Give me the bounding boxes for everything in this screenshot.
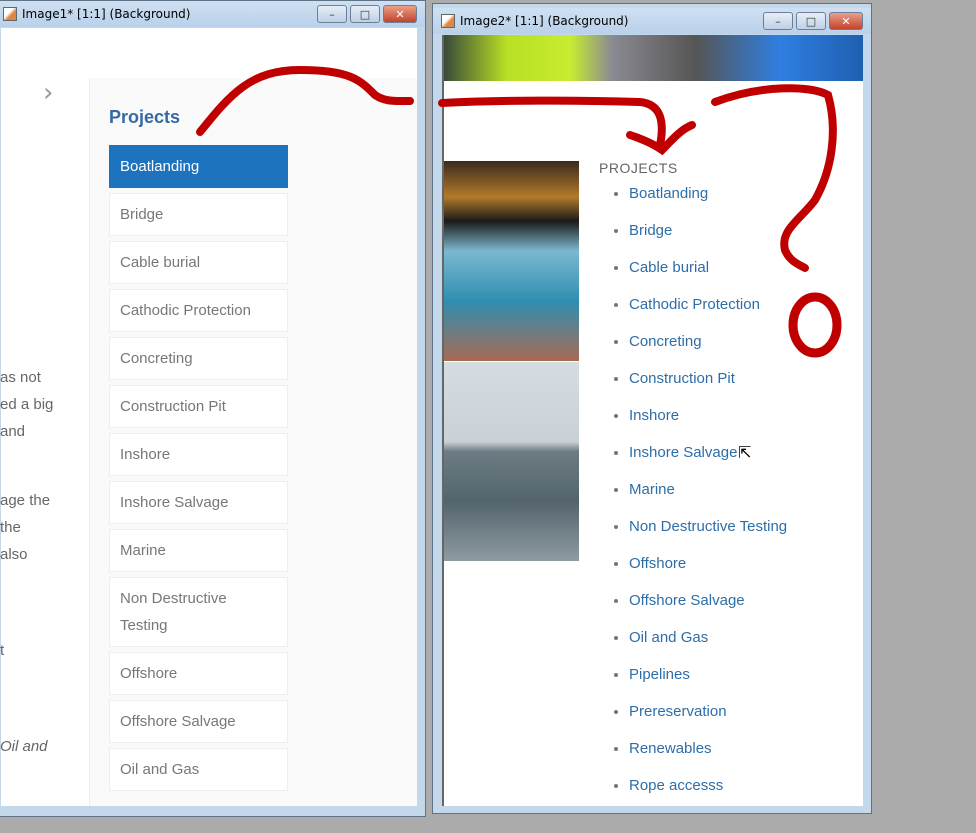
sidebar-item[interactable]: Cable burial: [109, 241, 288, 284]
sidebar-item[interactable]: Cathodic Protection: [109, 289, 288, 332]
maximize-button[interactable]: □: [350, 5, 380, 23]
project-link[interactable]: Marine: [629, 481, 675, 498]
image2-canvas: PROJECTS Boatlanding Bridge Cable burial…: [442, 35, 863, 806]
sidebar-item[interactable]: Marine: [109, 529, 288, 572]
project-link[interactable]: Bridge: [629, 222, 672, 239]
project-link[interactable]: Inshore: [629, 407, 679, 424]
mouse-cursor-icon: ⇱: [738, 443, 752, 462]
project-link[interactable]: Boatlanding: [629, 185, 708, 202]
list-item[interactable]: Non Destructive Testing: [629, 518, 787, 555]
project-link[interactable]: Pipelines: [629, 666, 690, 683]
image1-titlebar[interactable]: Image1* [1:1] (Background) – □ ✕: [0, 1, 425, 27]
close-button[interactable]: ✕: [829, 12, 863, 30]
body-text: as not: [0, 369, 41, 386]
project-link[interactable]: Cathodic Protection: [629, 296, 760, 313]
project-link[interactable]: Oil and Gas: [629, 629, 708, 646]
image2-titlebar[interactable]: Image2* [1:1] (Background) – □ ✕: [433, 8, 871, 34]
list-item[interactable]: Cable burial: [629, 259, 787, 296]
project-link[interactable]: Offshore Salvage: [629, 592, 745, 609]
body-text: ed a big: [0, 396, 54, 413]
body-text: Oil and: [0, 738, 48, 755]
sea-image: [444, 362, 579, 561]
window-title: Image1* [1:1] (Background): [22, 7, 191, 21]
body-text: the: [0, 519, 21, 536]
list-item[interactable]: Concreting: [629, 333, 787, 370]
sidebar-item[interactable]: Bridge: [109, 193, 288, 236]
list-item[interactable]: Inshore: [629, 407, 787, 444]
body-text: also: [0, 546, 28, 563]
sidebar-item[interactable]: Inshore: [109, 433, 288, 476]
sidebar-item[interactable]: Construction Pit: [109, 385, 288, 428]
list-item[interactable]: Pipelines: [629, 666, 787, 703]
list-item[interactable]: Construction Pit: [629, 370, 787, 407]
chevron-right-icon[interactable]: ›: [43, 78, 53, 108]
list-item[interactable]: Offshore Salvage: [629, 592, 787, 629]
project-link[interactable]: Non Destructive Testing: [629, 518, 787, 535]
close-button[interactable]: ✕: [383, 5, 417, 23]
body-text: age the: [0, 492, 51, 509]
project-link[interactable]: Cable burial: [629, 259, 709, 276]
project-link[interactable]: Construction Pit: [629, 370, 735, 387]
image2-window: Image2* [1:1] (Background) – □ ✕ PROJECT…: [432, 3, 872, 814]
window-frame-bottom: [0, 806, 424, 817]
list-item[interactable]: Boatlanding: [629, 185, 787, 222]
sidebar-item[interactable]: Offshore: [109, 652, 288, 695]
project-link[interactable]: Renewables: [629, 740, 712, 757]
projects-list: Boatlanding Bridge Cable burial Cathodic…: [629, 185, 787, 806]
list-item[interactable]: Offshore: [629, 555, 787, 592]
maximize-button[interactable]: □: [796, 12, 826, 30]
app-icon: [441, 14, 455, 28]
list-item[interactable]: Renewables: [629, 740, 787, 777]
sidebar-title: Projects: [109, 107, 181, 127]
project-link[interactable]: Concreting: [629, 333, 702, 350]
list-item[interactable]: Rope accesss: [629, 777, 787, 806]
list-item[interactable]: Cathodic Protection: [629, 296, 787, 333]
list-item[interactable]: Marine: [629, 481, 787, 518]
sidebar-item[interactable]: Non Destructive Testing: [109, 577, 288, 647]
sidebar-item[interactable]: Boatlanding: [109, 145, 288, 188]
project-link[interactable]: Rope accesss: [629, 777, 723, 794]
list-item[interactable]: Prereservation: [629, 703, 787, 740]
banner-image: [444, 35, 863, 81]
sidebar-item[interactable]: Offshore Salvage: [109, 700, 288, 743]
sidebar-item[interactable]: Oil and Gas: [109, 748, 288, 791]
project-link[interactable]: Offshore: [629, 555, 686, 572]
app-icon: [3, 7, 17, 21]
list-item[interactable]: Inshore Salvage: [629, 444, 787, 481]
body-text: t: [0, 642, 5, 659]
projects-heading: PROJECTS: [599, 160, 678, 176]
project-link[interactable]: Inshore Salvage: [629, 444, 737, 461]
pool-image: [444, 161, 579, 361]
minimize-button[interactable]: –: [763, 12, 793, 30]
project-link[interactable]: Prereservation: [629, 703, 727, 720]
list-item[interactable]: Bridge: [629, 222, 787, 259]
sidebar-item[interactable]: Concreting: [109, 337, 288, 380]
body-text: and: [0, 423, 26, 440]
list-item[interactable]: Oil and Gas: [629, 629, 787, 666]
window-title: Image2* [1:1] (Background): [460, 14, 629, 28]
sidebar-item[interactable]: Inshore Salvage: [109, 481, 288, 524]
minimize-button[interactable]: –: [317, 5, 347, 23]
